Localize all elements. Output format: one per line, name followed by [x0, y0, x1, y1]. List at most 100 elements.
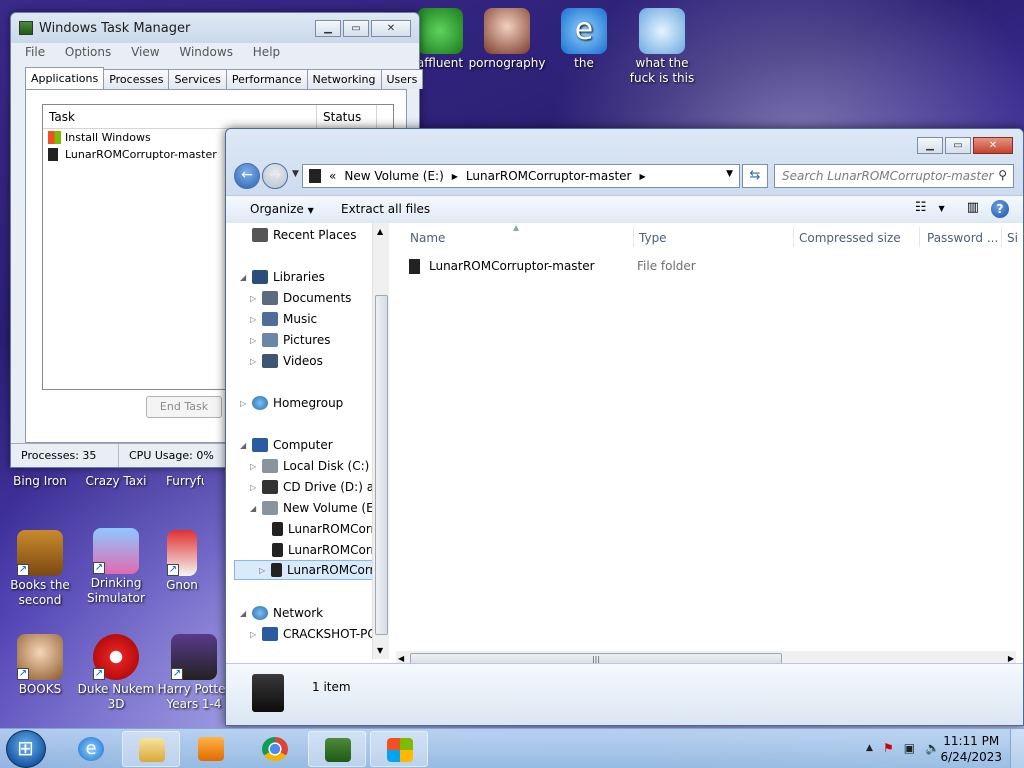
nav-music[interactable]: ▷ Music — [250, 309, 317, 329]
menu-windows[interactable]: Windows — [179, 45, 233, 59]
collapse-arrow-icon[interactable]: ◢ — [250, 504, 260, 513]
recent-pages-dropdown-icon[interactable]: ▼ — [292, 169, 299, 179]
taskbar-chrome[interactable] — [246, 731, 304, 767]
explorer-titlebar[interactable]: ▁ ▭ ✕ ← → ▼ « New Volume (E:) ▶ LunarROM… — [226, 129, 1023, 223]
desktop-icon-duke-nukem[interactable]: ↗ Duke Nukem 3D — [76, 634, 156, 712]
close-button[interactable]: ✕ — [973, 137, 1013, 154]
nav-recent-places[interactable]: Recent Places — [250, 225, 356, 245]
minimize-button[interactable]: ▁ — [315, 20, 341, 37]
extract-all-button[interactable]: Extract all files — [341, 202, 430, 216]
expand-arrow-icon[interactable]: ▷ — [250, 294, 260, 303]
desktop-icon-furryfu[interactable]: Furryfu — [150, 474, 204, 489]
minimize-button[interactable]: ▁ — [917, 137, 943, 154]
show-desktop-button[interactable] — [1010, 729, 1024, 768]
breadcrumb-new-volume[interactable]: New Volume (E:) — [344, 169, 443, 183]
collapse-arrow-icon[interactable]: ◢ — [240, 441, 250, 450]
scrollbar-thumb[interactable] — [375, 295, 388, 635]
desktop-icon-books-the-second[interactable]: ↗ Books the second — [0, 530, 80, 608]
tab-services[interactable]: Services — [168, 69, 227, 89]
help-icon[interactable]: ? — [991, 200, 1009, 218]
column-password[interactable]: Password ... — [927, 231, 998, 247]
address-bar[interactable]: « New Volume (E:) ▶ LunarROMCorruptor-ma… — [302, 164, 740, 188]
chevron-right-icon[interactable]: ▶ — [640, 172, 646, 181]
maximize-button[interactable]: ▭ — [343, 20, 369, 37]
desktop-icon-crazy-taxi[interactable]: Crazy Taxi — [76, 474, 156, 489]
network-icon[interactable]: ▣ — [904, 741, 915, 755]
clock[interactable]: 11:11 PM 6/24/2023 — [940, 733, 1002, 765]
breadcrumb-overflow[interactable]: « — [329, 169, 336, 183]
column-task[interactable]: Task — [43, 105, 317, 128]
chevron-down-icon[interactable]: ▼ — [939, 200, 945, 218]
close-button[interactable]: ✕ — [371, 20, 411, 37]
search-input[interactable]: Search LunarROMCorruptor-master ⚲ — [774, 164, 1014, 188]
nav-libraries[interactable]: ◢ Libraries — [240, 267, 325, 287]
nav-local-disk[interactable]: ▷ Local Disk (C:) — [250, 456, 369, 476]
nav-lunar-2[interactable]: LunarROMCorr — [270, 540, 376, 560]
back-button[interactable]: ← — [234, 163, 260, 189]
tab-networking[interactable]: Networking — [306, 69, 382, 89]
desktop-icon-wtf[interactable]: what the fuck is this — [622, 8, 702, 86]
nav-new-volume[interactable]: ◢ New Volume (E:) — [250, 498, 382, 518]
column-name[interactable]: Name — [410, 231, 445, 247]
tab-performance[interactable]: Performance — [225, 69, 308, 89]
menu-file[interactable]: File — [25, 45, 45, 59]
change-view-icon[interactable]: ☷ — [915, 200, 927, 218]
column-divider[interactable] — [793, 227, 794, 247]
search-icon[interactable]: ⚲ — [998, 168, 1007, 182]
nav-homegroup[interactable]: ▷ Homegroup — [240, 393, 343, 413]
maximize-button[interactable]: ▭ — [945, 137, 971, 154]
nav-crackshot-pc[interactable]: ▷ CRACKSHOT-PC — [250, 624, 376, 644]
collapse-arrow-icon[interactable]: ◢ — [240, 273, 250, 282]
tab-users[interactable]: Users — [380, 69, 424, 89]
refresh-button[interactable]: ⇆ — [742, 164, 768, 188]
navigation-pane[interactable]: Recent Places ◢ Libraries ▷ Documents ▷ Mus… — [232, 223, 388, 659]
nav-videos[interactable]: ▷ Videos — [250, 351, 323, 371]
expand-arrow-icon[interactable]: ▷ — [250, 315, 260, 324]
expand-arrow-icon[interactable]: ▷ — [250, 483, 260, 492]
menu-options[interactable]: Options — [65, 45, 111, 59]
desktop-icon-bing-iron[interactable]: Bing Iron — [0, 474, 80, 489]
expand-arrow-icon[interactable]: ▷ — [259, 566, 269, 575]
expand-arrow-icon[interactable]: ▷ — [250, 336, 260, 345]
nav-computer[interactable]: ◢ Computer — [240, 435, 333, 455]
collapse-arrow-icon[interactable]: ◢ — [240, 609, 250, 618]
column-compressed-size[interactable]: Compressed size — [799, 231, 901, 247]
start-button[interactable] — [6, 730, 46, 768]
list-item[interactable]: LunarROMCorruptor-master File folder — [409, 257, 696, 275]
end-task-button[interactable]: End Task — [146, 396, 222, 418]
taskbar-task-manager[interactable] — [308, 731, 366, 767]
show-hidden-icons-button[interactable]: ▲ — [866, 741, 873, 755]
taskbar-windows-setup[interactable] — [370, 731, 428, 767]
desktop-icon-gnome[interactable]: ↗ Gnon — [160, 530, 204, 593]
desktop-icon-harry-potter[interactable]: ↗ Harry Potter Years 1-4 — [154, 634, 234, 712]
desktop-icon-drinking-simulator[interactable]: ↗ Drinking Simulator — [76, 528, 156, 606]
preview-pane-icon[interactable]: ▥ — [967, 200, 979, 218]
desktop-icon-books[interactable]: ↗ BOOKS — [0, 634, 80, 697]
column-size[interactable]: Si — [1007, 231, 1018, 247]
taskbar-internet-explorer[interactable]: e — [62, 731, 120, 767]
column-divider[interactable] — [1001, 227, 1002, 247]
nav-lunar-3[interactable]: ▷ LunarROMCorr — [234, 560, 384, 580]
forward-button[interactable]: → — [262, 163, 288, 189]
desktop-icon-the[interactable]: e the — [544, 8, 624, 71]
taskbar-media-player[interactable] — [182, 731, 240, 767]
nav-documents[interactable]: ▷ Documents — [250, 288, 351, 308]
tab-processes[interactable]: Processes — [103, 69, 170, 89]
column-type[interactable]: Type — [639, 231, 667, 247]
file-list[interactable]: Name ▲ Type Compressed size Password ...… — [391, 223, 1023, 659]
column-status[interactable]: Status — [317, 105, 377, 128]
scroll-up-icon[interactable]: ▲ — [377, 227, 383, 236]
column-divider[interactable] — [919, 227, 920, 247]
nav-lunar-1[interactable]: LunarROMCorr — [270, 519, 376, 539]
address-dropdown-icon[interactable]: ▼ — [726, 169, 733, 179]
menu-view[interactable]: View — [131, 45, 159, 59]
nav-pictures[interactable]: ▷ Pictures — [250, 330, 331, 350]
scroll-down-icon[interactable]: ▼ — [377, 646, 383, 655]
taskbar-explorer[interactable] — [122, 731, 180, 767]
expand-arrow-icon[interactable]: ▷ — [240, 399, 250, 408]
expand-arrow-icon[interactable]: ▷ — [250, 357, 260, 366]
navigation-scrollbar[interactable]: ▲ ▼ — [372, 223, 389, 659]
task-manager-titlebar[interactable]: Windows Task Manager ▁ ▭ ✕ — [11, 13, 419, 43]
organize-button[interactable]: Organize ▼ — [250, 202, 314, 216]
chevron-right-icon[interactable]: ▶ — [452, 172, 458, 181]
